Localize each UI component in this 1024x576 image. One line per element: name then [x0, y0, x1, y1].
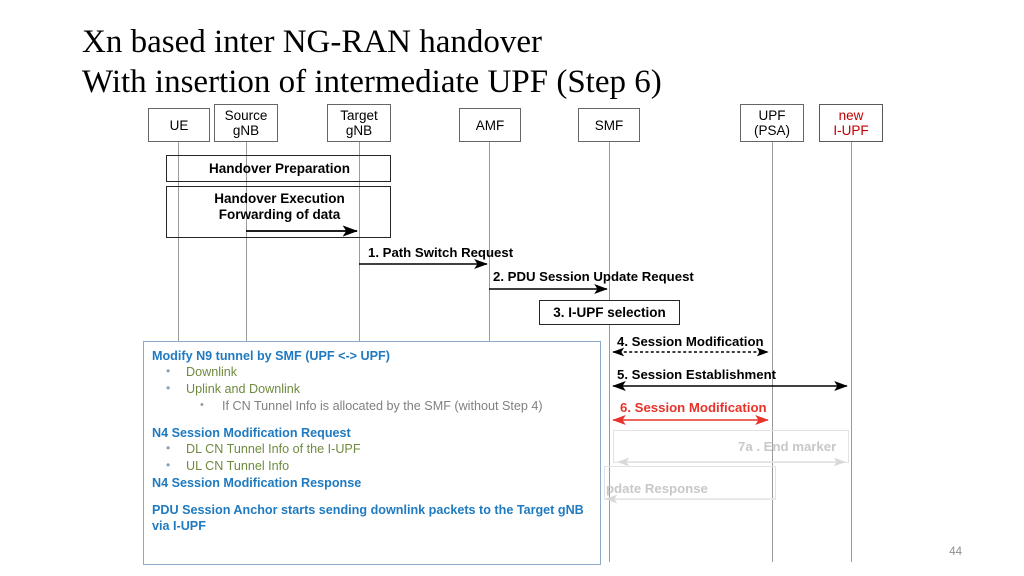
phase-handover-preparation: Handover Preparation	[166, 155, 391, 182]
message-label-6: 6. Session Modification	[620, 400, 767, 415]
message-label-4: 4. Session Modification	[617, 334, 764, 349]
message-label-5: 5. Session Establishment	[617, 367, 777, 382]
actor-source-gnb: Source gNB	[214, 104, 278, 142]
note-line: N4 Session Modification Request	[152, 426, 351, 440]
phase-label: Handover Execution Forwarding of data	[214, 191, 345, 222]
actor-upf-psa: UPF (PSA)	[740, 104, 804, 142]
message-label-1: 1. Path Switch Request	[368, 245, 514, 260]
phase-handover-execution: Handover Execution Forwarding of data	[166, 186, 391, 238]
note-line: N4 Session Modification Response	[152, 476, 362, 490]
note-line: UL CN Tunnel Info	[166, 457, 592, 475]
note-line: If CN Tunnel Info is allocated by the SM…	[200, 397, 592, 415]
step-box-label: 3. I-UPF selection	[553, 305, 666, 320]
actor-label: Target gNB	[340, 108, 378, 138]
note-line: Uplink and Downlink	[166, 380, 592, 398]
actor-label: new I-UPF	[833, 108, 869, 138]
slide-canvas: Xn based inter NG-RAN handover With inse…	[0, 0, 1024, 576]
actor-ue: UE	[148, 108, 210, 142]
actor-label: UE	[169, 117, 189, 133]
step-box-3-i-upf-selection: 3. I-UPF selection	[539, 300, 680, 325]
note-line: PDU Session Anchor starts sending downli…	[152, 503, 584, 517]
note-box: Modify N9 tunnel by SMF (UPF <-> UPF) Do…	[143, 341, 601, 565]
actor-label: UPF (PSA)	[753, 108, 790, 138]
note-line: Downlink	[166, 363, 592, 381]
actor-label: Source gNB	[224, 108, 268, 138]
actor-smf: SMF	[578, 108, 640, 142]
phase-label: Handover Preparation	[208, 161, 351, 176]
actor-amf: AMF	[459, 108, 521, 142]
actor-label: SMF	[594, 117, 624, 133]
message-label-2: 2. PDU Session Update Request	[493, 269, 694, 284]
message-label-update-response: pdate Response	[606, 481, 708, 496]
note-spacer	[152, 415, 592, 425]
actor-target-gnb: Target gNB	[327, 104, 391, 142]
note-line: via I-UPF	[152, 519, 206, 533]
actor-new-i-upf: new I-UPF	[819, 104, 883, 142]
actor-label: AMF	[475, 117, 505, 133]
note-line: DL CN Tunnel Info of the I-UPF	[166, 440, 592, 458]
message-label-7a: 7a . End marker	[738, 439, 837, 454]
note-line: Modify N9 tunnel by SMF (UPF <-> UPF)	[152, 349, 390, 363]
note-spacer	[152, 491, 592, 502]
